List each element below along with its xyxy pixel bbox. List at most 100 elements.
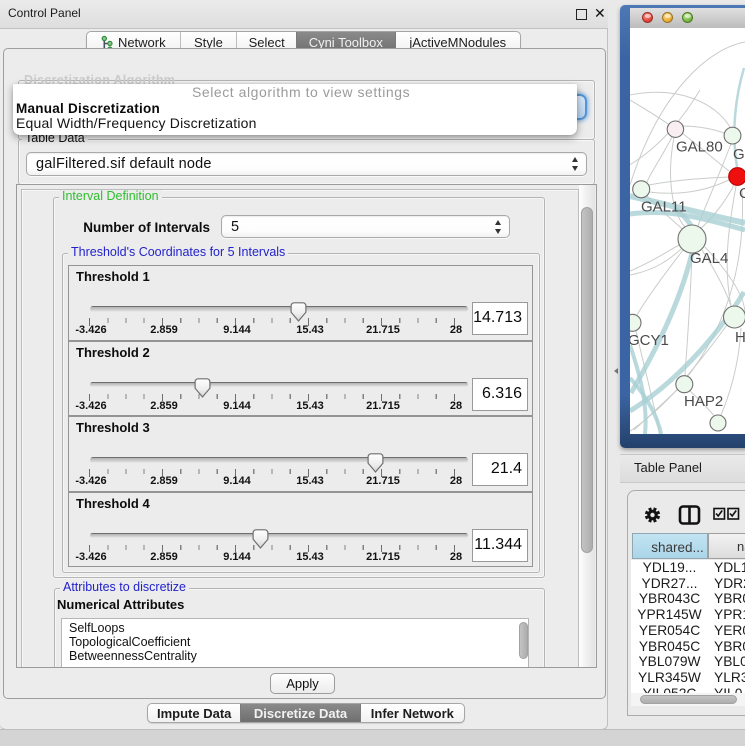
list-item[interactable]: TopologicalCoefficient <box>69 635 190 649</box>
tab-discretize-data[interactable]: Discretize Data <box>240 704 359 722</box>
number-of-intervals-combo[interactable]: 5 <box>221 215 510 238</box>
threshold-value-field[interactable]: 11.344 <box>472 529 528 562</box>
split-columns-icon[interactable] <box>680 507 699 524</box>
network-node-label: H <box>735 329 745 346</box>
network-node-label: GAL80 <box>676 139 723 156</box>
table-data-combo[interactable]: galFiltered.sif default node <box>26 152 587 176</box>
numerical-attributes-list[interactable]: SelfLoops TopologicalCoefficient Between… <box>61 618 529 668</box>
close-icon[interactable]: ✕ <box>594 5 606 22</box>
table-row[interactable]: YBR045C YBR0 <box>631 639 745 655</box>
table-cell: YDR27... <box>631 576 708 592</box>
checkbox-icon[interactable] <box>728 509 739 520</box>
network-window-titlebar <box>630 8 745 29</box>
table-row[interactable]: YBL079W YBL0 <box>631 654 745 670</box>
float-window-icon[interactable] <box>576 9 587 20</box>
apply-button[interactable]: Apply <box>270 673 335 694</box>
network-canvas[interactable]: GAL80G.CGAL11GAL4GCY1HHAP2 <box>630 28 745 434</box>
minimize-traffic-light[interactable] <box>662 12 673 23</box>
slider-scale-label: -3.426 <box>75 324 106 336</box>
slider-thumb[interactable] <box>367 453 384 473</box>
tab-impute-data[interactable]: Impute Data <box>148 704 240 722</box>
table-row[interactable]: YLR345W YLR3 <box>631 670 745 686</box>
table-cell: YER054C <box>631 623 708 639</box>
table-hscrollbar-track[interactable] <box>631 693 745 706</box>
network-node[interactable] <box>633 181 650 198</box>
slider-scale-label: 21.715 <box>366 551 400 563</box>
network-node[interactable] <box>729 168 745 186</box>
slider-track[interactable] <box>90 457 468 463</box>
table-cell: YBL079W <box>631 654 708 670</box>
network-node[interactable] <box>678 225 706 253</box>
close-traffic-light[interactable] <box>642 12 653 23</box>
list-item[interactable]: SelfLoops <box>69 621 125 635</box>
slider-scale-label: 28 <box>450 551 462 563</box>
table-row[interactable]: YDL19... YDL1 <box>631 560 745 576</box>
threshold-value-field[interactable]: 21.4 <box>472 453 528 486</box>
settings-scrollpane: Interval Definition Number of Intervals … <box>16 184 597 668</box>
number-of-intervals-label: Number of Intervals <box>54 220 210 235</box>
slider-scale-label: 15.43 <box>296 324 324 336</box>
network-node[interactable] <box>667 121 683 137</box>
slider-track[interactable] <box>90 382 468 388</box>
slider-scale-label: 2.859 <box>150 551 178 563</box>
table-cell: YBR0 <box>714 591 745 607</box>
threshold-panel-2: Threshold 2 -3.4262.8599.14415.4321.7152… <box>68 341 533 417</box>
table-header-row: shared... na <box>631 533 745 560</box>
slider-track[interactable] <box>90 533 468 539</box>
slider-thumb[interactable] <box>252 529 269 549</box>
threshold-value-field[interactable]: 6.316 <box>472 378 528 411</box>
tab-impute-data-label: Impute Data <box>157 706 231 721</box>
panel-divider-arrow[interactable] <box>614 368 618 374</box>
settings-scrollbar-thumb[interactable] <box>581 207 593 553</box>
slider-scale-label: -3.426 <box>75 475 106 487</box>
table-row[interactable]: YDR27... YDR2 <box>631 576 745 592</box>
slider-thumb[interactable] <box>290 302 307 322</box>
gear-icon[interactable] <box>645 507 660 522</box>
checkbox-icon[interactable] <box>714 509 725 520</box>
network-node-label: GAL4 <box>690 250 728 267</box>
slider-ticks-major <box>89 545 456 553</box>
slider-scale-label: 9.144 <box>223 475 251 487</box>
network-node[interactable] <box>630 314 641 331</box>
slider-scale-label: 28 <box>450 324 462 336</box>
zoom-traffic-light[interactable] <box>682 12 693 23</box>
slider-thumb[interactable] <box>194 378 211 398</box>
list-scrollbar-thumb[interactable] <box>519 622 528 659</box>
table-cell: YLR3 <box>714 670 745 686</box>
table-row[interactable]: YPR145W YPR1 <box>631 607 745 623</box>
slider-scale-label: 9.144 <box>223 324 251 336</box>
table-cell: YER0 <box>714 623 745 639</box>
column-header-shared-name[interactable]: shared... <box>632 533 708 559</box>
table-row[interactable]: YER054C YER0 <box>631 623 745 639</box>
threshold-value-field[interactable]: 14.713 <box>472 302 528 335</box>
table-cell: YBR0 <box>714 639 745 655</box>
list-item[interactable]: BetweennessCentrality <box>69 649 197 663</box>
network-node[interactable] <box>724 306 745 328</box>
column-header-name[interactable]: na <box>708 533 745 559</box>
network-node-label: C <box>739 185 745 202</box>
slider-scale-label: 28 <box>450 475 462 487</box>
algorithm-combo-prompt: Select algorithm to view settings <box>192 84 410 100</box>
table-cell: YPR1 <box>714 607 745 623</box>
tab-infer-network-label: Infer Network <box>371 706 454 721</box>
algorithm-dropdown-popup: Select algorithm to view settings Manual… <box>13 84 577 135</box>
threshold-label: Threshold 1 <box>76 269 150 284</box>
table-cell: YLR345W <box>631 670 708 686</box>
table-hscrollbar-thumb[interactable] <box>640 695 737 704</box>
network-node[interactable] <box>710 415 726 431</box>
slider-scale-label: 28 <box>450 400 462 412</box>
thresholds-group-title: Threshold's Coordinates for 5 Intervals <box>68 246 288 259</box>
network-node-label: GAL11 <box>641 199 687 216</box>
table-cell: YDR2 <box>714 576 745 592</box>
table-row[interactable]: YBR043C YBR0 <box>631 591 745 607</box>
slider-scale-label: 15.43 <box>296 475 324 487</box>
slider-track[interactable] <box>90 306 468 312</box>
algorithm-option-equal-width[interactable]: Equal Width/Frequency Discretization <box>16 115 257 131</box>
network-node-label: HAP2 <box>684 393 723 410</box>
threshold-panel-3: Threshold 3 -3.4262.8599.14415.4321.7152… <box>68 416 533 492</box>
network-node[interactable] <box>676 376 693 393</box>
algorithm-option-manual[interactable]: Manual Discretization <box>16 101 160 116</box>
table-cell: YBR043C <box>631 591 708 607</box>
tab-infer-network[interactable]: Infer Network <box>360 704 464 722</box>
network-node[interactable] <box>724 127 741 144</box>
